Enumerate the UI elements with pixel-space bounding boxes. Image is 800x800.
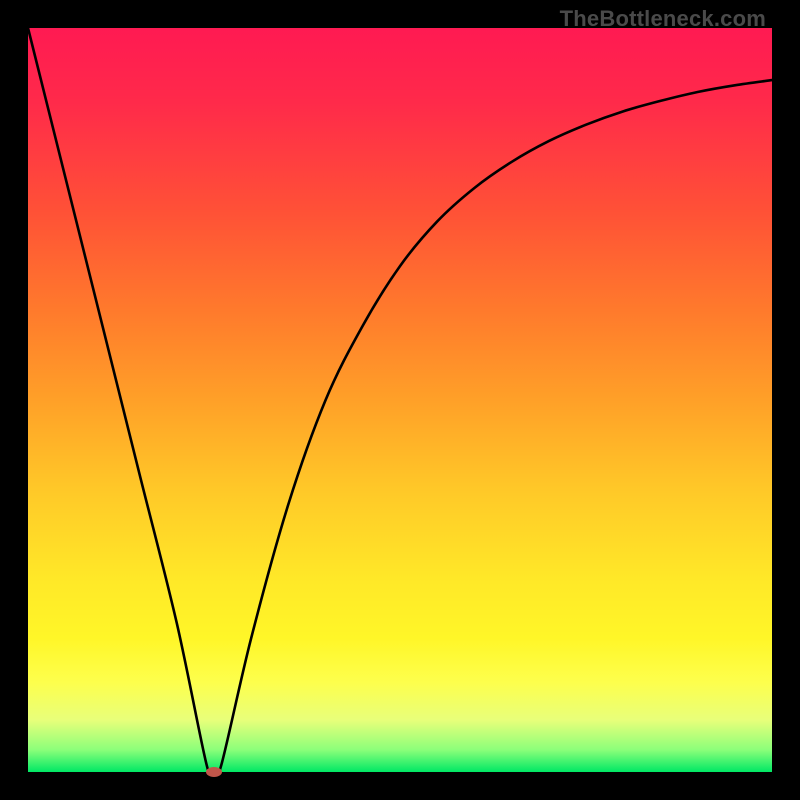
plot-area xyxy=(28,28,772,772)
line-plot-svg xyxy=(28,28,772,772)
optimal-point-marker xyxy=(206,767,222,777)
bottleneck-curve-path xyxy=(28,28,772,778)
chart-frame: TheBottleneck.com xyxy=(0,0,800,800)
